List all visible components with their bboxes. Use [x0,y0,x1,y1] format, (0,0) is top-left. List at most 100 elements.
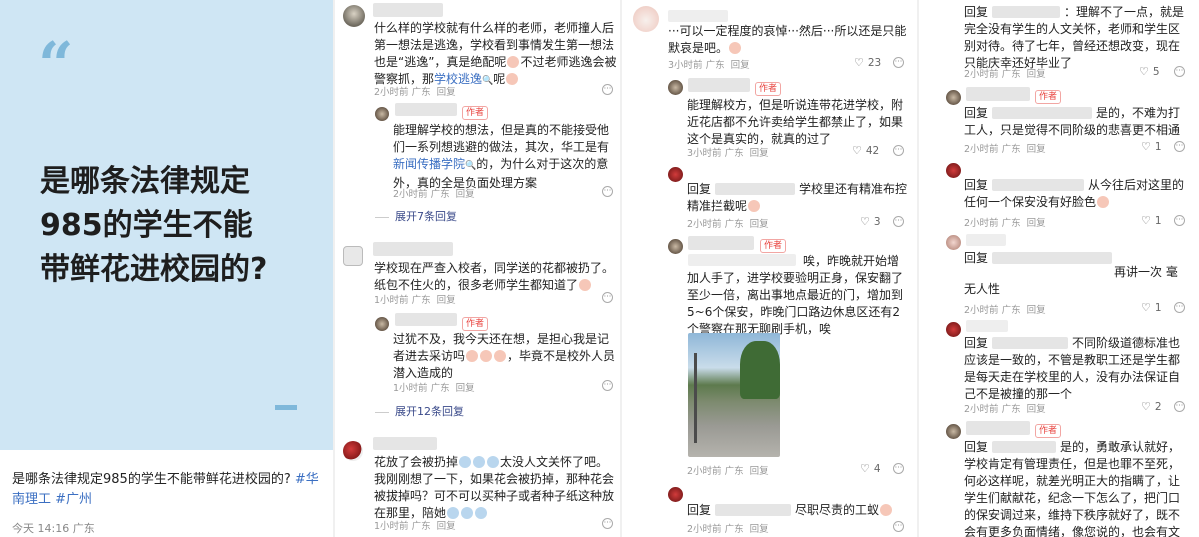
like-button[interactable]: ♡ 3 [860,215,881,228]
more-options-icon[interactable]: ··· [602,292,613,303]
expand-replies-button[interactable]: 展开7条回复 [375,208,457,224]
reply-button[interactable]: 回复 [731,60,750,71]
reply-button[interactable]: 回复 [437,521,456,532]
author-badge: 作者 [760,239,787,253]
username-blurred[interactable] [373,242,453,256]
avatar[interactable] [668,239,683,254]
more-options-icon[interactable]: ··· [893,145,904,156]
comment-text: 唉，昨晚就开始增加人手了，进学校要验明正身，保安翻了至少一倍，离出事地点最近的门… [687,254,904,336]
heart-icon: ♡ [1139,65,1149,78]
quote-mark-icon: “ [38,28,74,101]
username-blurred[interactable] [688,236,754,250]
more-options-icon[interactable]: ··· [1174,302,1185,313]
avatar[interactable] [946,90,961,105]
username-blurred[interactable] [992,441,1057,453]
like-button[interactable]: ♡ 23 [854,56,881,69]
comment-photo[interactable] [688,333,780,457]
username-blurred[interactable] [668,10,728,22]
more-options-icon[interactable]: ··· [1174,401,1185,412]
comment-meta: 2小时前 广东 回复 [964,218,1046,229]
comment-text: 过犹不及，我今天还在想，是担心我是记者进去采访吗 ，毕竟不是校外人员潜入造成的 [393,332,616,380]
reply-button[interactable]: 回复 [1027,305,1046,316]
avatar[interactable] [668,167,683,182]
reply-button[interactable]: 回复 [437,295,456,306]
reply-button[interactable]: 回复 [1027,218,1046,229]
more-options-icon[interactable]: ··· [893,463,904,474]
avatar[interactable] [633,6,659,32]
more-options-icon[interactable]: ··· [1174,66,1185,77]
username-blurred[interactable] [395,313,457,326]
username-blurred[interactable] [395,103,457,116]
more-options-icon[interactable]: ··· [893,57,904,68]
avatar[interactable] [946,163,961,178]
more-options-icon[interactable]: ··· [893,521,904,532]
username-blurred[interactable] [992,337,1069,349]
more-options-icon[interactable]: ··· [1174,141,1185,152]
comment-text: 回复 学校里还有精准布控精准拦截呢 [687,182,908,213]
reply-button[interactable]: 回复 [1027,69,1046,80]
like-button[interactable]: ♡ 2 [1141,400,1162,413]
reply-prefix: 回复 [964,178,989,192]
username-blurred[interactable] [992,252,1113,264]
comment-meta: 2小时前 广东 回复 [393,189,475,200]
like-button[interactable]: ♡ 5 [1139,65,1160,78]
heart-icon: ♡ [860,215,870,228]
like-button[interactable]: ♡ 1 [1141,140,1162,153]
username-blurred[interactable] [715,504,792,516]
reply-button[interactable]: 回复 [750,466,769,477]
reply-button[interactable]: 回复 [456,189,475,200]
reply-prefix: 回复 [964,251,989,265]
expand-replies-button[interactable]: 展开12条回复 [375,403,464,419]
reply-button[interactable]: 回复 [437,87,456,98]
username-blurred[interactable] [966,87,1030,101]
avatar[interactable] [375,107,389,121]
avatar[interactable] [343,246,363,266]
like-button[interactable]: ♡ 42 [852,144,879,157]
reply-button[interactable]: 回复 [750,524,769,535]
reply-button[interactable]: 回复 [456,383,475,394]
like-button[interactable]: ♡ 1 [1141,301,1162,314]
comment-text: 回复 是的，勇敢承认就好，学校肯定有管理责任，但是也罪不至死，何必这样呢，就差光明… [964,440,1181,537]
more-options-icon[interactable]: ··· [602,380,613,391]
search-link[interactable]: 新闻传播学院🔍 [393,157,476,171]
username-blurred[interactable] [992,179,1085,191]
reply-button[interactable]: 回复 [1027,404,1046,415]
username-blurred[interactable] [966,234,1006,246]
like-button[interactable]: ♡ 4 [860,462,881,475]
author-badge: 作者 [462,317,489,331]
username-blurred[interactable] [373,437,437,450]
username-blurred[interactable] [715,183,796,195]
avatar[interactable] [946,424,961,439]
avatar[interactable] [375,317,389,331]
author-badge: 作者 [755,82,782,96]
comment-meta: 1小时前 广东 回复 [374,521,456,532]
avatar[interactable] [946,322,961,337]
more-options-icon[interactable]: ··· [602,518,613,529]
username-blurred[interactable] [992,6,1061,18]
reply-button[interactable]: 回复 [750,148,769,159]
post-meta: 今天 14:16 广东 [12,522,95,535]
more-options-icon[interactable]: ··· [1174,215,1185,226]
post-image-card: “ 是哪条法律规定 985的学生不能 带鲜花进校园的? [0,0,333,450]
heart-icon: ♡ [1141,301,1151,314]
username-blurred[interactable] [688,78,750,92]
comment-text: 什么样的学校就有什么样的老师，老师撞人后第一想法是逃逸，学校看到事情发生第一想法… [374,21,617,86]
avatar[interactable] [343,441,363,461]
more-options-icon[interactable]: ··· [602,84,613,95]
avatar[interactable] [946,235,961,250]
like-button[interactable]: ♡ 1 [1141,214,1162,227]
reply-button[interactable]: 回复 [750,219,769,230]
reply-button[interactable]: 回复 [1027,144,1046,155]
username-blurred[interactable] [373,3,443,17]
avatar[interactable] [343,5,365,27]
more-options-icon[interactable]: ··· [893,216,904,227]
heart-icon: ♡ [1141,140,1151,153]
more-options-icon[interactable]: ··· [602,186,613,197]
avatar[interactable] [668,487,683,502]
username-blurred[interactable] [966,320,1008,332]
username-blurred[interactable] [992,107,1093,119]
post-image-title-line: 985的学生不能 [40,208,253,243]
avatar[interactable] [668,80,683,95]
username-blurred[interactable] [966,421,1030,435]
comment-meta: 2小时前 广东 回复 [687,524,769,535]
